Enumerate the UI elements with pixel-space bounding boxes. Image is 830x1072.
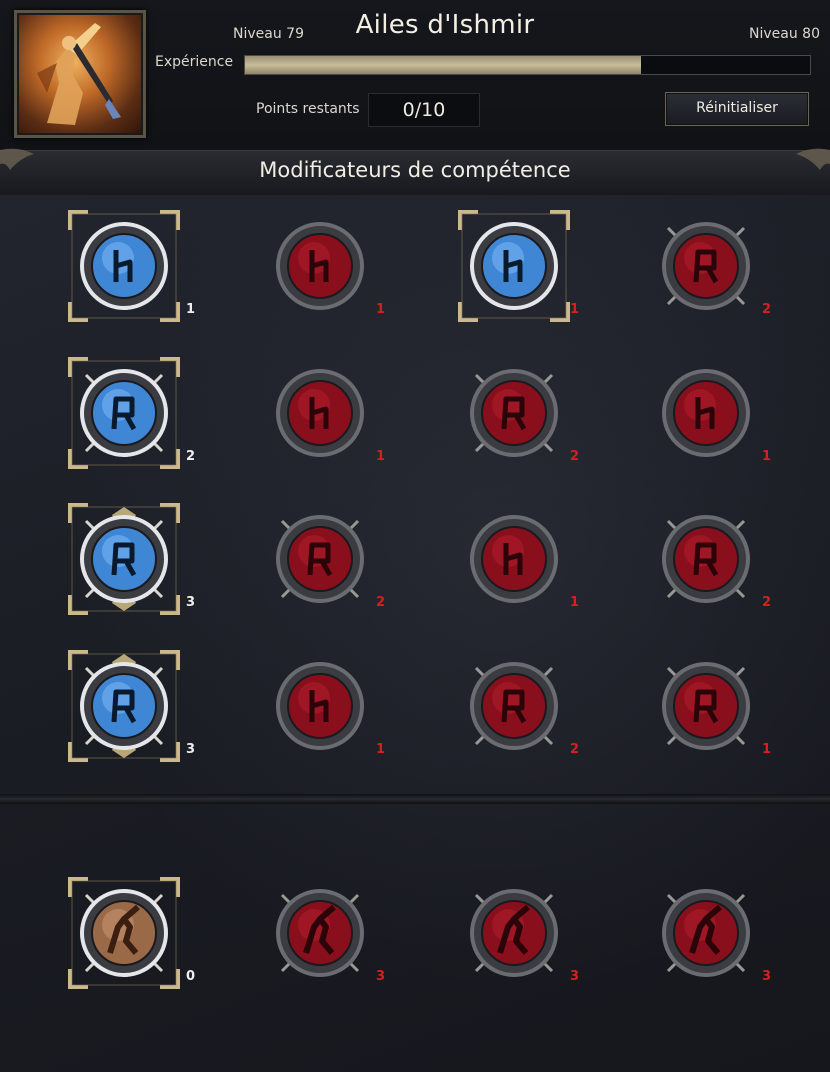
modifier-cell[interactable]: 1 <box>262 648 386 763</box>
modifier-rank: 1 <box>762 449 772 464</box>
warrior-icon <box>662 889 750 977</box>
modifier-rank: 3 <box>186 742 196 757</box>
modifier-rank: 1 <box>376 742 386 757</box>
winged-warrior-icon <box>37 23 121 125</box>
modifier-cell[interactable]: 1 <box>262 355 386 470</box>
modifier-cell[interactable]: 3 <box>262 875 386 990</box>
experience-bar-fill <box>245 56 641 74</box>
modifier-cell[interactable]: 3 <box>456 875 580 990</box>
h-rune-icon <box>276 222 364 310</box>
a-rune-icon <box>662 222 750 310</box>
modifier-rank: 1 <box>570 595 580 610</box>
h-rune-icon <box>276 662 364 750</box>
section-title: Modificateurs de compétence <box>259 158 571 182</box>
h-rune-icon <box>458 210 570 322</box>
modifier-cell[interactable]: 1 <box>648 355 772 470</box>
modifier-cell[interactable]: 2 <box>456 355 580 470</box>
modifier-rank: 3 <box>376 969 386 984</box>
modifier-rank: 2 <box>570 742 580 757</box>
modifier-cell[interactable]: 3 <box>66 501 195 616</box>
next-level-label: Niveau 80 <box>749 26 820 42</box>
modifier-cell[interactable]: 1 <box>456 208 580 323</box>
modifier-cell[interactable]: 1 <box>262 208 386 323</box>
modifier-rank: 2 <box>186 449 196 464</box>
h-rune-icon <box>662 369 750 457</box>
warrior-icon <box>276 889 364 977</box>
a-rune-icon <box>68 650 180 762</box>
h-rune-icon <box>276 369 364 457</box>
modifier-cell[interactable]: 3 <box>648 875 772 990</box>
modifier-cell[interactable]: 1 <box>66 208 195 323</box>
modifier-cell[interactable]: 0 <box>66 875 195 990</box>
a-rune-icon <box>662 515 750 603</box>
a-rune-icon <box>662 662 750 750</box>
modifier-cell[interactable]: 1 <box>648 648 772 763</box>
modifier-cell[interactable]: 1 <box>456 501 580 616</box>
h-rune-icon <box>68 210 180 322</box>
modifier-rank: 2 <box>376 595 386 610</box>
experience-bar <box>244 55 811 75</box>
a-rune-icon <box>68 503 180 615</box>
modifier-cell[interactable]: 3 <box>66 648 195 763</box>
skill-portrait <box>14 10 146 138</box>
modifier-cell[interactable]: 2 <box>456 648 580 763</box>
modifier-rank: 1 <box>570 302 580 317</box>
h-rune-icon <box>470 515 558 603</box>
panel-divider <box>0 794 830 804</box>
warrior-icon <box>470 889 558 977</box>
modifier-cell[interactable]: 2 <box>66 355 195 470</box>
modifier-cell[interactable]: 2 <box>648 208 772 323</box>
reset-button[interactable]: Réinitialiser <box>665 92 809 126</box>
modifier-rank: 0 <box>186 969 196 984</box>
points-remaining-label: Points restants <box>256 101 360 117</box>
experience-label: Expérience <box>155 54 234 70</box>
modifier-rank: 1 <box>376 302 386 317</box>
modifier-rank: 1 <box>186 302 196 317</box>
modifier-cell[interactable]: 2 <box>262 501 386 616</box>
modifier-rank: 2 <box>570 449 580 464</box>
modifier-rank: 1 <box>762 742 772 757</box>
modifier-rank: 3 <box>762 969 772 984</box>
points-remaining-value: 0/10 <box>368 93 480 127</box>
modifier-rank: 1 <box>376 449 386 464</box>
a-rune-icon <box>68 357 180 469</box>
modifier-cell[interactable]: 2 <box>648 501 772 616</box>
a-rune-icon <box>276 515 364 603</box>
skill-title: Ailes d'Ishmir <box>355 10 535 40</box>
a-rune-icon <box>470 662 558 750</box>
modifier-rank: 2 <box>762 302 772 317</box>
current-level-label: Niveau 79 <box>233 26 304 42</box>
modifier-rank: 3 <box>570 969 580 984</box>
modifier-rank: 2 <box>762 595 772 610</box>
warrior-icon <box>68 877 180 989</box>
a-rune-icon <box>470 369 558 457</box>
modifier-rank: 3 <box>186 595 196 610</box>
